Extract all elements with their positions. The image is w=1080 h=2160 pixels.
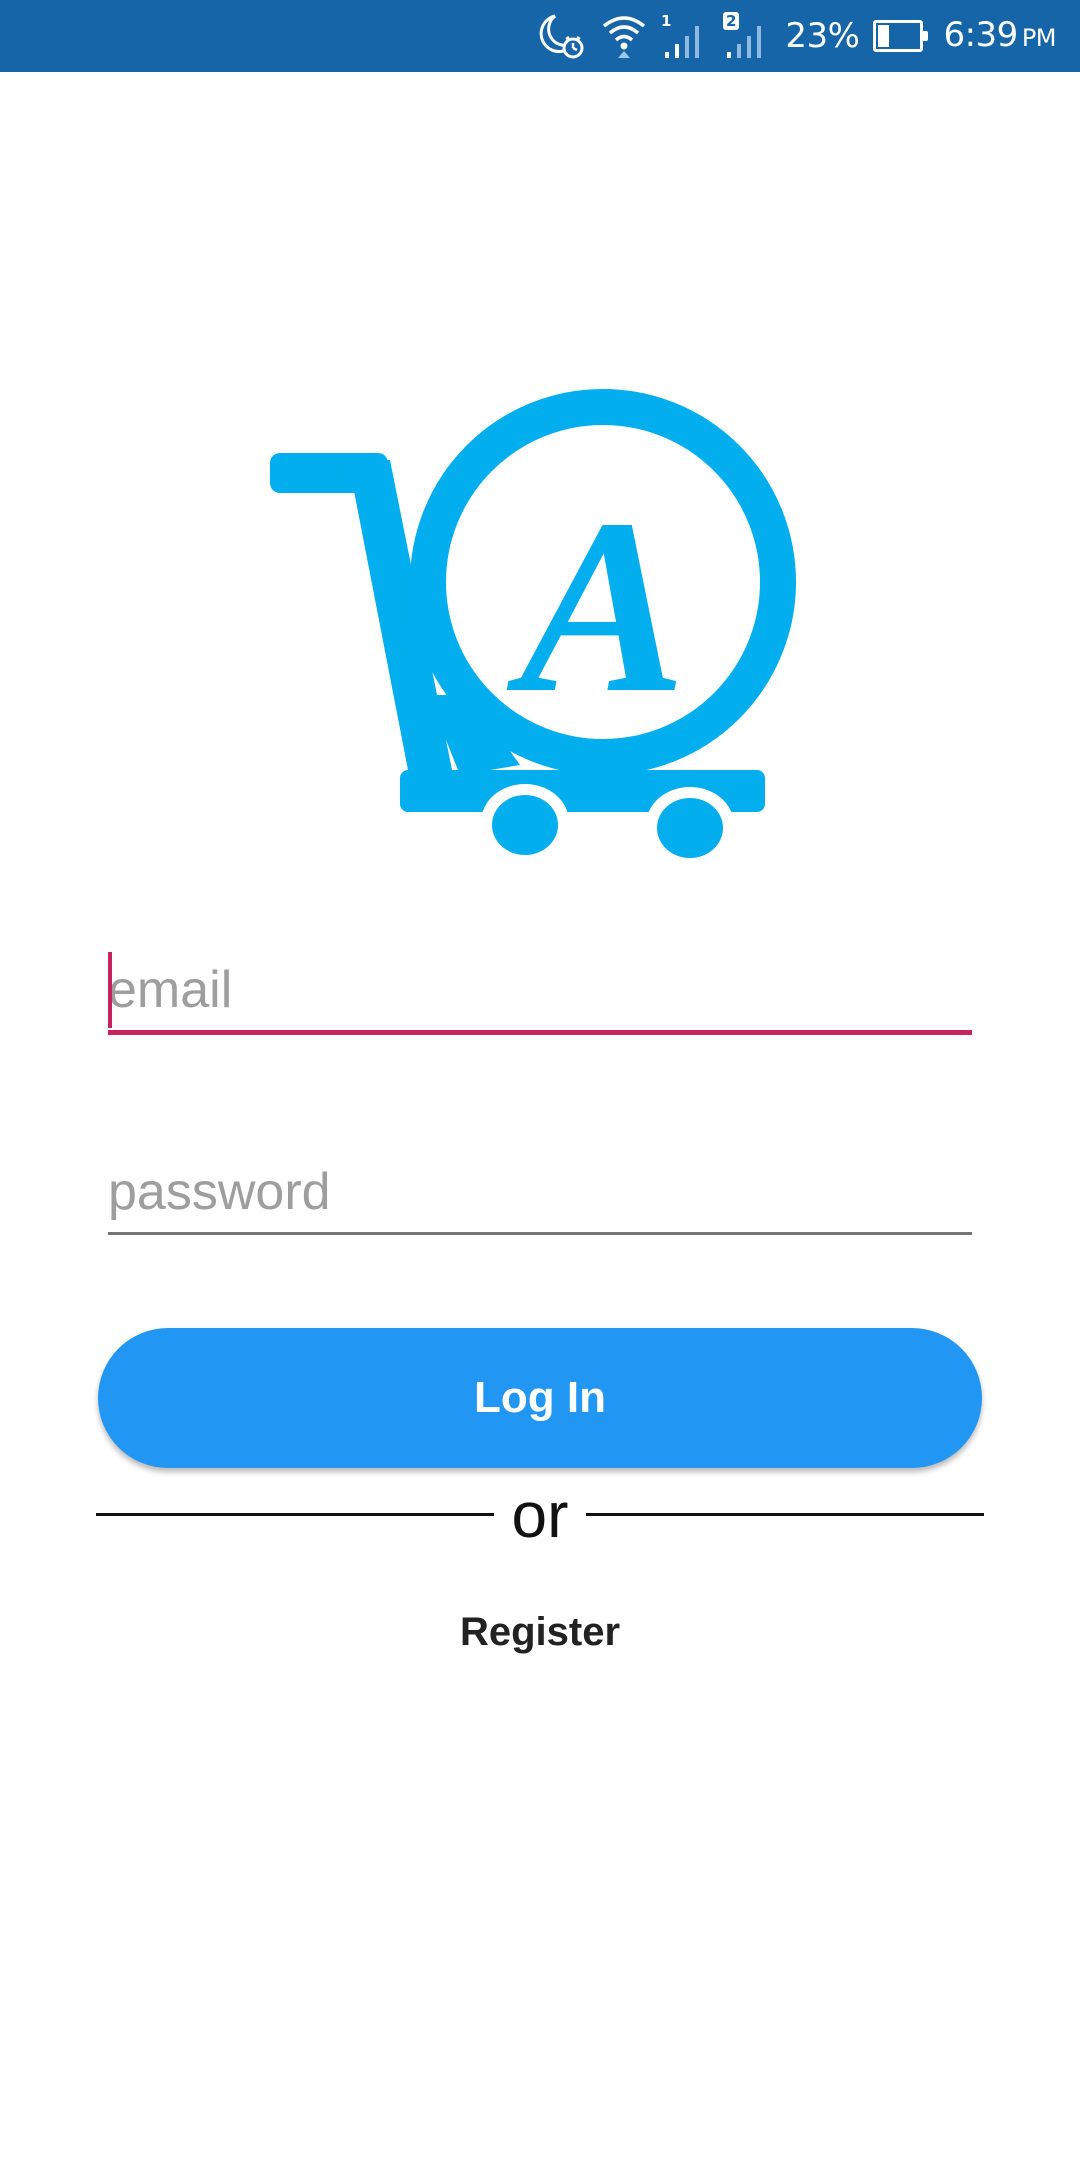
email-input[interactable]: [108, 950, 972, 1030]
or-divider: or: [96, 1480, 984, 1550]
clock-ampm: PM: [1021, 23, 1057, 52]
sim2-signal-icon: 2: [723, 12, 762, 58]
do-not-disturb-alarm-icon: [540, 14, 584, 59]
wifi-icon: [603, 16, 646, 58]
password-underline: [108, 1232, 972, 1235]
password-input[interactable]: [108, 1152, 972, 1232]
clock-time: 6:39: [943, 14, 1018, 55]
sim1-label: 1: [661, 12, 671, 30]
battery-fill: [878, 25, 889, 47]
login-button[interactable]: Log In: [98, 1328, 982, 1468]
email-underline: [108, 1030, 972, 1035]
password-field-container: [108, 1152, 972, 1235]
sim1-signal-icon: 1: [661, 12, 700, 58]
register-button[interactable]: Register: [340, 1600, 740, 1664]
status-icons: 1 2 23% 6:39 PM: [535, 0, 1057, 74]
battery-percent: 23%: [785, 16, 860, 56]
sim2-label: 2: [726, 12, 736, 30]
battery-icon: [873, 20, 929, 52]
logo-letter: A: [507, 468, 687, 745]
status-bar: 1 2 23% 6:39 PM: [0, 0, 1080, 72]
email-field-container: [108, 950, 972, 1035]
text-cursor: [108, 952, 112, 1028]
clock: 6:39 PM: [943, 0, 1056, 74]
shopping-cart-a-logo-icon: A: [270, 389, 796, 863]
divider-line-right: [586, 1513, 984, 1516]
